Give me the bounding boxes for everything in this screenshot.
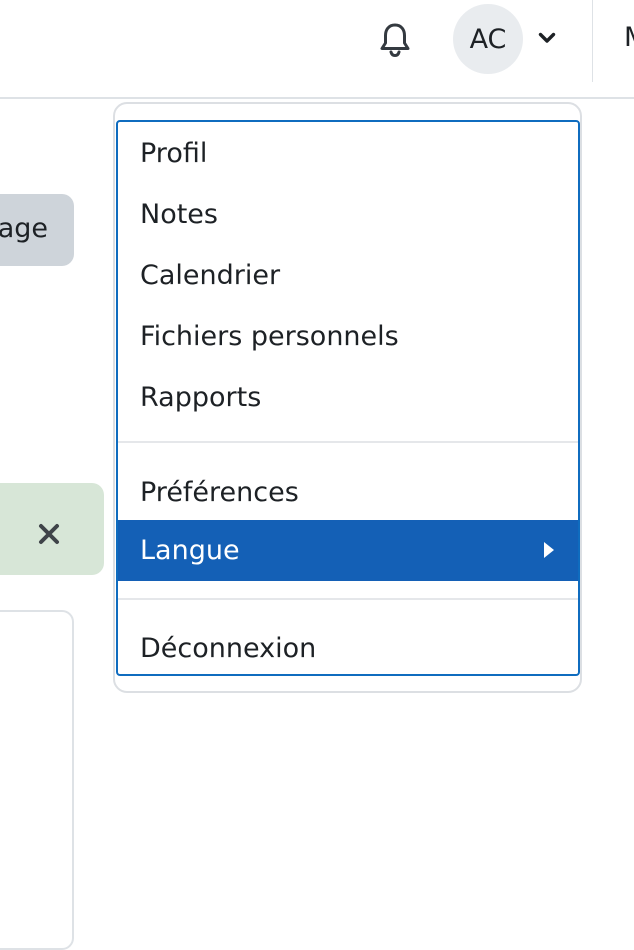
close-icon bbox=[39, 524, 59, 544]
chevron-down-icon bbox=[538, 32, 556, 43]
menu-item-langue[interactable]: Langue bbox=[118, 520, 578, 581]
menu-item-preferences[interactable]: Préférences bbox=[118, 462, 578, 523]
user-avatar[interactable]: AC bbox=[453, 4, 523, 74]
menu-item-label: Profil bbox=[140, 138, 208, 169]
menu-item-label: Calendrier bbox=[140, 260, 281, 291]
navbar-cut-off-label[interactable]: M bbox=[624, 22, 634, 53]
menu-item-label: Notes bbox=[140, 199, 218, 230]
menu-divider bbox=[118, 598, 578, 600]
avatar-initials: AC bbox=[469, 23, 507, 55]
menu-item-profil[interactable]: Profil bbox=[118, 123, 578, 184]
secondary-button[interactable]: age bbox=[0, 194, 74, 266]
alert-close-button[interactable] bbox=[36, 521, 62, 547]
user-menu-toggle[interactable] bbox=[535, 26, 559, 50]
menu-item-label: Rapports bbox=[140, 382, 262, 413]
bell-icon bbox=[380, 23, 410, 58]
content-card bbox=[0, 610, 74, 950]
menu-item-fichiers-personnels[interactable]: Fichiers personnels bbox=[118, 306, 578, 367]
menu-item-calendrier[interactable]: Calendrier bbox=[118, 245, 578, 306]
menu-divider bbox=[118, 441, 578, 443]
user-menu-list: Profil Notes Calendrier Fichiers personn… bbox=[116, 120, 580, 676]
menu-item-label: Préférences bbox=[140, 477, 299, 508]
top-navbar: AC M bbox=[0, 0, 634, 99]
menu-item-deconnexion[interactable]: Déconnexion bbox=[118, 618, 578, 674]
menu-item-label: Langue bbox=[140, 535, 240, 566]
caret-right-icon bbox=[542, 540, 556, 560]
menu-item-label: Déconnexion bbox=[140, 633, 317, 664]
navbar-divider bbox=[592, 0, 593, 82]
menu-item-notes[interactable]: Notes bbox=[118, 184, 578, 245]
notifications-button[interactable] bbox=[376, 20, 414, 60]
menu-item-rapports[interactable]: Rapports bbox=[118, 367, 578, 428]
menu-item-label: Fichiers personnels bbox=[140, 321, 399, 352]
secondary-button-label: age bbox=[0, 213, 48, 244]
